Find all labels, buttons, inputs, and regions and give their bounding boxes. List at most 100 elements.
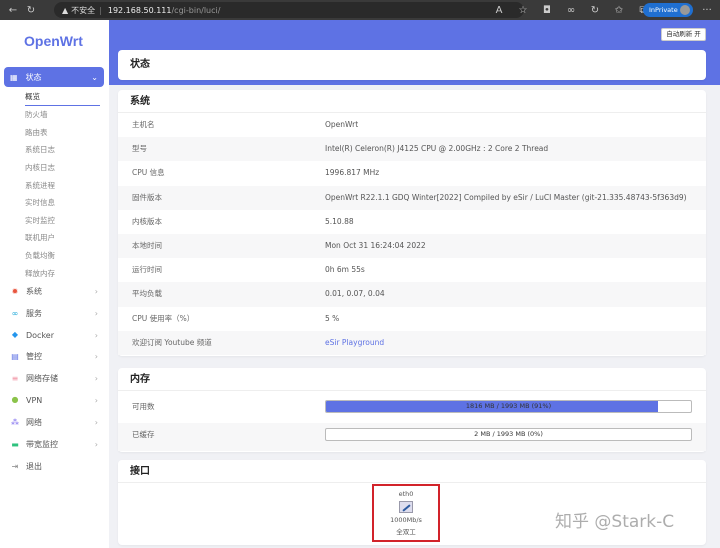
- info-value: OpenWrt R22.1.1 GDQ Winter[2022] Compile…: [325, 192, 687, 202]
- sidebar-subitem[interactable]: 实时监控: [25, 215, 55, 226]
- info-label: 运行时间: [132, 265, 162, 275]
- read-aloud-icon[interactable]: A: [490, 5, 508, 16]
- info-label: CPU 信息: [132, 168, 165, 178]
- sidebar-item-status[interactable]: ▦ 状态 ⌄: [4, 67, 104, 87]
- info-row: CPU 使用率（%） 5 %: [118, 307, 706, 331]
- logout-icon: ⇥: [11, 461, 19, 471]
- logo[interactable]: OpenWrt: [24, 33, 83, 49]
- browser-toolbar: ← ↻ ▲ 不安全 | 192.168.50.111/cgi-bin/luci/…: [0, 0, 720, 20]
- memory-progress-bar: 1816 MB / 1993 MB (91%): [325, 400, 692, 413]
- memory-row: 已缓存 2 MB / 1993 MB (0%): [118, 423, 706, 451]
- sidebar-item-label: 状态: [25, 72, 42, 82]
- sidebar-item-label: 管控: [26, 352, 42, 361]
- chevron-right-icon: ›: [94, 352, 98, 361]
- sidebar-subitem[interactable]: 内核日志: [25, 162, 55, 173]
- sidebar-item[interactable]: ◆ Docker ›: [10, 330, 102, 340]
- sidebar-item-label: 退出: [26, 462, 42, 471]
- network-icon: ⁂: [11, 417, 19, 427]
- refresh-icon[interactable]: ↻: [22, 5, 40, 16]
- memory-label: 可用数: [132, 402, 155, 411]
- info-value: 1996.817 MHz: [325, 168, 380, 178]
- info-row: 主机名 OpenWrt: [118, 113, 706, 137]
- sidebar-subitem[interactable]: 防火墙: [25, 109, 48, 120]
- more-icon[interactable]: ···: [698, 5, 716, 16]
- info-value: 5 %: [325, 313, 340, 323]
- info-label: CPU 使用率（%）: [132, 313, 195, 323]
- chevron-right-icon: ›: [94, 309, 98, 318]
- info-row: 本地时间 Mon Oct 31 16:24:04 2022: [118, 233, 706, 259]
- page-title-card: 状态: [118, 50, 706, 80]
- sidebar-item[interactable]: ∞ 服务 ›: [10, 308, 102, 319]
- chevron-right-icon: ›: [94, 374, 98, 383]
- memory-value: 2 MB / 1993 MB (0%): [474, 430, 543, 438]
- auto-refresh-button[interactable]: 自动刷新 开: [661, 28, 706, 41]
- globe-icon: ●: [11, 395, 19, 404]
- info-row: 欢迎订阅 Youtube 频道 eSir Playground: [118, 330, 706, 355]
- address-bar[interactable]: ▲ 不安全 | 192.168.50.111/cgi-bin/luci/: [54, 2, 524, 18]
- chevron-right-icon: ›: [94, 395, 98, 405]
- interface-eth0[interactable]: eth0 1000Mb/s 全双工: [372, 484, 440, 542]
- info-row: 平均负载 0.01, 0.07, 0.04: [118, 282, 706, 307]
- info-label: 固件版本: [132, 192, 162, 202]
- back-icon[interactable]: ←: [4, 5, 22, 16]
- interface-duplex: 全双工: [396, 528, 416, 536]
- sidebar-subitem[interactable]: 联机用户: [25, 232, 55, 243]
- interfaces-title: 接口: [118, 460, 706, 483]
- sidebar-subitem[interactable]: 概览: [25, 91, 100, 106]
- inprivate-label: InPrivate: [649, 6, 678, 14]
- extension-icon[interactable]: ◘: [538, 5, 556, 16]
- chevron-down-icon: ⌄: [91, 72, 98, 82]
- sidebar-item[interactable]: ▤ 管控 ›: [10, 351, 102, 362]
- monitor-icon: ▬: [11, 439, 19, 449]
- ethernet-port-icon: [399, 501, 413, 513]
- interfaces-card: 接口 eth0 1000Mb/s 全双工: [118, 460, 706, 545]
- security-warning: 不安全: [71, 5, 96, 15]
- memory-progress-bar: 2 MB / 1993 MB (0%): [325, 428, 692, 441]
- sidebar: OpenWrt ▦ 状态 ⌄ 概览防火墙路由表系统日志内核日志系统进程实时信息实…: [0, 20, 109, 548]
- sync-icon[interactable]: ↻: [586, 5, 604, 16]
- sidebar-item[interactable]: ● VPN ›: [10, 395, 102, 405]
- info-value: Intel(R) Celeron(R) J4125 CPU @ 2.00GHz …: [325, 144, 549, 154]
- system-card: 系统 主机名 OpenWrt 型号 Intel(R) Celeron(R) J4125…: [118, 90, 706, 356]
- sidebar-subitem[interactable]: 负载均衡: [25, 250, 55, 261]
- sidebar-item-label: 服务: [26, 309, 42, 318]
- favorite-icon[interactable]: ☆: [514, 5, 532, 16]
- sidebar-item-label: 带宽监控: [26, 440, 58, 449]
- sidebar-subitem[interactable]: 释放内存: [25, 268, 55, 279]
- sidebar-item[interactable]: ⁂ 网络 ›: [10, 417, 102, 428]
- inprivate-badge[interactable]: InPrivate: [643, 3, 693, 17]
- info-row: 运行时间 0h 6m 55s: [118, 258, 706, 282]
- sidebar-item[interactable]: ▬ 带宽监控 ›: [10, 439, 102, 450]
- sidebar-item-label: 网络: [26, 418, 42, 427]
- info-value: 5.10.88: [325, 216, 354, 226]
- sidebar-subitem[interactable]: 路由表: [25, 127, 48, 138]
- url-path: /cgi-bin/luci/: [171, 5, 221, 15]
- control-icon: ▤: [11, 351, 19, 361]
- info-row: 固件版本 OpenWrt R22.1.1 GDQ Winter[2022] Com…: [118, 185, 706, 210]
- sidebar-item[interactable]: ≡ 网络存储 ›: [10, 373, 102, 384]
- sidebar-subitem[interactable]: 系统进程: [25, 180, 55, 191]
- sidebar-subitem[interactable]: 实时信息: [25, 197, 55, 208]
- sidebar-item[interactable]: ✹ 系统 ›: [10, 286, 102, 297]
- glasses-icon[interactable]: ∞: [562, 5, 580, 16]
- system-title: 系统: [118, 90, 706, 113]
- gear-icon: ✹: [11, 286, 19, 296]
- docker-icon: ◆: [11, 330, 19, 339]
- memory-row: 可用数 1816 MB / 1993 MB (91%): [118, 395, 706, 423]
- info-row: CPU 信息 1996.817 MHz: [118, 161, 706, 185]
- sidebar-subitem[interactable]: 系统日志: [25, 144, 55, 155]
- avatar: [680, 5, 690, 15]
- sidebar-item-label: 网络存储: [26, 374, 58, 383]
- chevron-right-icon: ›: [94, 287, 98, 296]
- sidebar-item[interactable]: ⇥ 退出: [10, 461, 102, 472]
- youtube-link[interactable]: eSir Playground: [325, 331, 384, 355]
- sidebar-item-label: VPN: [26, 395, 43, 405]
- warning-icon: ▲: [62, 5, 69, 15]
- info-value: 0.01, 0.07, 0.04: [325, 289, 385, 299]
- interface-speed: 1000Mb/s: [390, 516, 422, 524]
- storage-icon: ≡: [11, 373, 19, 383]
- memory-card: 内存 可用数 1816 MB / 1993 MB (91%) 已缓存 2 MB / 1…: [118, 368, 706, 452]
- info-value: Mon Oct 31 16:24:04 2022: [325, 240, 426, 250]
- favorites-icon[interactable]: ✩: [610, 5, 628, 16]
- chevron-right-icon: ›: [94, 330, 98, 340]
